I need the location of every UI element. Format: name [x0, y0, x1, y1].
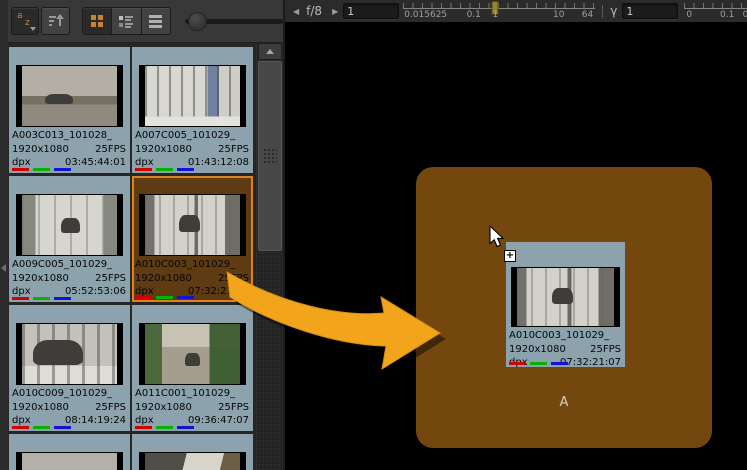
gain-slider[interactable]: 0.015625 0.1 1 10 64	[403, 1, 595, 21]
sort-a-label: a	[17, 11, 23, 21]
vertical-scrollbar[interactable]	[257, 43, 283, 470]
arrow-up-icon	[266, 49, 274, 54]
clip-resolution: 1920x1080	[135, 272, 192, 286]
list-view-icon	[148, 14, 163, 28]
copy-plus-badge: +	[504, 250, 516, 262]
mouse-cursor-icon	[489, 225, 507, 249]
rgb-channel-bars	[135, 296, 198, 299]
clip-fps: 25FPS	[95, 143, 126, 157]
rgb-channel-bars	[135, 168, 198, 171]
clip-thumbnail	[16, 65, 123, 127]
gamma-slider[interactable]: 0 0.1 0.	[684, 1, 747, 21]
gain-tick-label: 0.015625	[404, 10, 447, 20]
gamma-symbol: γ	[610, 4, 617, 18]
clip-name: A007C005_101029_	[135, 129, 249, 143]
clip-tile[interactable]	[132, 434, 253, 470]
viewer-viewport: A A010C003_101029_ 1920x108025FPS dpx07:…	[285, 22, 747, 470]
gain-tick-label: 10	[553, 10, 564, 20]
viewer-toolbar: ◀ f/8 ▶ 0.015625 0.1 1 10 64 γ 0 0.1 0.	[285, 0, 747, 23]
gain-tick-label: 64	[582, 10, 593, 20]
viewer-panel: ◀ f/8 ▶ 0.015625 0.1 1 10 64 γ 0 0.1 0.	[283, 0, 747, 470]
clip-thumbnail	[511, 267, 620, 327]
gain-input[interactable]	[343, 3, 399, 19]
clip-resolution: 1920x1080	[12, 401, 69, 415]
clip-tile[interactable]: A007C005_101029_ 1920x108025FPS dpx01:43…	[132, 47, 253, 173]
clip-name: A003C013_101028_	[12, 129, 126, 143]
slider-knob[interactable]	[188, 12, 207, 31]
rgb-channel-bars	[509, 362, 572, 365]
clip-tile[interactable]: A010C009_101029_ 1920x108025FPS dpx08:14…	[9, 305, 130, 431]
clip-bin-panel: a z	[0, 0, 283, 470]
gamma-tick-label: 0.	[743, 10, 747, 20]
exposure-next-button[interactable]: ▶	[330, 5, 340, 18]
clip-thumbnail	[139, 323, 246, 385]
clip-thumbnail	[139, 452, 246, 470]
clip-thumbnail	[16, 452, 123, 470]
detail-view-button[interactable]	[112, 7, 141, 35]
gamma-tick-label: 0	[686, 10, 692, 20]
rgb-channel-bars	[12, 426, 75, 429]
clip-tile[interactable]	[9, 434, 130, 470]
detail-view-icon	[118, 14, 134, 29]
clip-fps: 25FPS	[218, 143, 249, 157]
clip-name: A010C003_101029_	[135, 258, 249, 272]
chevron-down-icon	[30, 27, 36, 31]
gain-tick-label: 0.1	[467, 10, 481, 20]
clip-resolution: 1920x1080	[12, 143, 69, 157]
clip-thumbnail	[16, 323, 123, 385]
sort-direction-button[interactable]	[41, 7, 69, 35]
clip-fps: 25FPS	[218, 401, 249, 415]
clip-name: A011C001_101029_	[135, 387, 249, 401]
clip-tile[interactable]: A009C005_101029_ 1920x108025FPS dpx05:52…	[9, 176, 130, 302]
clip-thumbnail	[139, 194, 246, 256]
drop-track-label: A	[416, 395, 712, 410]
clip-fps: 25FPS	[218, 272, 249, 286]
clip-fps: 25FPS	[95, 401, 126, 415]
gamma-input[interactable]	[622, 3, 678, 19]
sort-ascending-icon	[48, 14, 64, 28]
clip-tile[interactable]: A003C013_101028_ 1920x108025FPS dpx03:45…	[9, 47, 130, 173]
clip-resolution: 1920x1080	[509, 343, 566, 357]
scrollbar-grip-icon	[263, 148, 277, 164]
exposure-prev-button[interactable]: ◀	[291, 5, 301, 18]
clip-resolution: 1920x1080	[135, 401, 192, 415]
clip-name: A010C003_101029_	[509, 329, 621, 343]
clip-thumbnail	[16, 194, 123, 256]
drag-ghost-tile: A010C003_101029_ 1920x108025FPS dpx07:32…	[506, 242, 625, 367]
clip-name: A009C005_101029_	[12, 258, 126, 272]
exposure-label: f/8	[306, 4, 322, 18]
sort-z-label: z	[25, 18, 30, 28]
grid-view-button[interactable]	[82, 7, 112, 35]
sort-order-button[interactable]: a z	[11, 7, 39, 35]
rgb-channel-bars	[135, 426, 198, 429]
grid-view-icon	[90, 14, 104, 28]
clip-name: A010C009_101029_	[12, 387, 126, 401]
clip-tile-selected[interactable]: A010C003_101029_ 1920x108025FPS dpx07:32…	[132, 176, 253, 302]
gamma-slider-ticks	[684, 3, 747, 9]
thumbnail-size-slider[interactable]	[185, 8, 283, 34]
gamma-tick-label: 0.1	[720, 10, 734, 20]
clip-grid: A003C013_101028_ 1920x108025FPS dpx03:45…	[8, 43, 256, 470]
gain-slider-ticks	[403, 3, 595, 9]
gain-tick-label: 1	[493, 10, 499, 20]
bin-toolbar: a z	[8, 0, 283, 43]
clip-resolution: 1920x1080	[135, 143, 192, 157]
scroll-up-button[interactable]	[258, 43, 282, 60]
rgb-channel-bars	[12, 297, 75, 300]
panel-collapse-arrow-icon	[1, 264, 6, 272]
rgb-channel-bars	[12, 168, 75, 171]
media-bin-and-viewer-window: a z	[0, 0, 747, 470]
clip-tile[interactable]: A011C001_101029_ 1920x108025FPS dpx09:36…	[132, 305, 253, 431]
toolbar-separator	[602, 5, 603, 18]
clip-thumbnail	[139, 65, 246, 127]
list-view-button[interactable]	[142, 7, 171, 35]
clip-resolution: 1920x1080	[12, 272, 69, 286]
clip-fps: 25FPS	[590, 343, 621, 357]
scrollbar-thumb[interactable]	[258, 61, 282, 251]
clip-fps: 25FPS	[95, 272, 126, 286]
